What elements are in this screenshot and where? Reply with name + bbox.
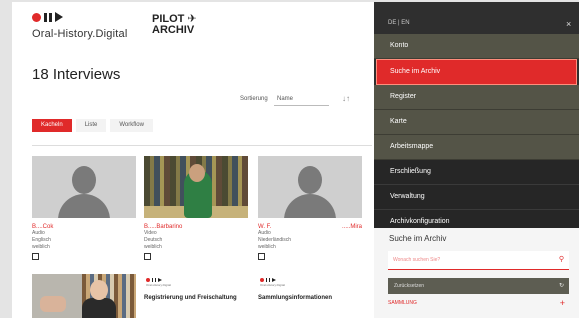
- language-switcher[interactable]: DE | EN: [388, 20, 410, 26]
- logo-text[interactable]: Oral-History.Digital: [32, 28, 127, 40]
- info-card-title[interactable]: Registrierung und Freischaltung: [144, 295, 248, 301]
- info-card[interactable]: Oral-History.Digital Registrierung und F…: [144, 274, 248, 301]
- sort-label: Sortierung: [240, 96, 268, 102]
- ohd-mini-logo: [146, 278, 248, 282]
- select-checkbox[interactable]: [144, 253, 151, 260]
- mini-logo-text: Oral-History.Digital: [146, 283, 171, 287]
- pilot-archiv-logo[interactable]: PILOT ✈ ARCHIV: [152, 14, 197, 36]
- tab-workflow[interactable]: Workflow: [110, 119, 153, 132]
- side-menu: Konto Suche im Archiv Register Karte Arb…: [374, 34, 579, 235]
- record-icon: [32, 12, 41, 22]
- play-icon: [55, 12, 63, 22]
- sort-select[interactable]: Name: [274, 93, 329, 106]
- interview-card[interactable]: [32, 274, 136, 318]
- info-card[interactable]: Oral-History.Digital Sammlungsinformatio…: [258, 274, 362, 301]
- menu-item-karte[interactable]: Karte: [374, 110, 579, 135]
- facet-sammlung[interactable]: SAMMLUNG +: [388, 298, 569, 308]
- media-type: Audio: [32, 230, 45, 236]
- interview-card[interactable]: B....Cok Audio Englisch weiblich: [32, 156, 136, 260]
- facet-label: SAMMLUNG: [388, 300, 417, 306]
- interview-card[interactable]: W. F. .....Mira Audio Niederländisch wei…: [258, 156, 362, 260]
- media-type: Audio: [258, 230, 271, 236]
- interview-thumbnail[interactable]: [32, 274, 136, 318]
- menu-item-suche-im-archiv[interactable]: Suche im Archiv: [376, 59, 577, 85]
- ohd-logo[interactable]: [32, 12, 63, 22]
- search-placeholder: Wonach suchen Sie?: [393, 257, 441, 263]
- info-card-title[interactable]: Sammlungsinformationen: [258, 295, 362, 301]
- reset-button[interactable]: Zurücksetzen ↻: [388, 278, 569, 294]
- sort-direction-icon[interactable]: ↓↑: [342, 94, 350, 103]
- language: Englisch: [32, 237, 51, 243]
- interview-thumbnail[interactable]: [144, 156, 248, 218]
- interviewee-name-suffix[interactable]: .....Mira: [342, 224, 362, 230]
- search-icon[interactable]: ⚲: [559, 251, 564, 269]
- menu-item-konto[interactable]: Konto: [374, 34, 579, 59]
- menu-item-erschliessung[interactable]: Erschließung: [374, 160, 579, 185]
- main-content: Oral-History.Digital PILOT ✈ ARCHIV 18 I…: [12, 2, 374, 318]
- tab-liste[interactable]: Liste: [75, 119, 107, 132]
- placeholder-avatar-thumbnail[interactable]: [258, 156, 362, 218]
- pause-icon: [44, 12, 52, 22]
- menu-item-verwaltung[interactable]: Verwaltung: [374, 185, 579, 210]
- tab-kacheln[interactable]: Kacheln: [32, 119, 72, 132]
- gender: weiblich: [32, 244, 50, 250]
- search-input[interactable]: Wonach suchen Sie? ⚲: [388, 251, 569, 270]
- gender: weiblich: [144, 244, 162, 250]
- reset-icon: ↻: [558, 283, 564, 289]
- language: Niederländisch: [258, 237, 292, 243]
- page-title: 18 Interviews: [32, 66, 121, 83]
- select-checkbox[interactable]: [32, 253, 39, 260]
- ohd-mini-logo: [260, 278, 362, 282]
- menu-item-arbeitsmappe[interactable]: Arbeitsmappe: [374, 135, 579, 160]
- side-panel: DE | EN × Konto Suche im Archiv Register…: [374, 2, 579, 318]
- interview-card[interactable]: B.....Barbarino Video Deutsch weiblich: [144, 156, 248, 260]
- media-type: Video: [144, 230, 157, 236]
- divider: [32, 145, 372, 146]
- select-checkbox[interactable]: [258, 253, 265, 260]
- gender: weiblich: [258, 244, 276, 250]
- placeholder-avatar-thumbnail[interactable]: [32, 156, 136, 218]
- archiv-text: ARCHIV: [152, 24, 195, 36]
- language: Deutsch: [144, 237, 163, 243]
- close-icon[interactable]: ×: [566, 19, 571, 29]
- mini-logo-text: Oral-History.Digital: [260, 283, 285, 287]
- reset-label: Zurücksetzen: [394, 283, 425, 289]
- menu-item-register[interactable]: Register: [374, 85, 579, 110]
- archive-search-box: Suche im Archiv Wonach suchen Sie? ⚲ Zur…: [374, 228, 579, 318]
- view-tabs: Kacheln Liste Workflow: [32, 119, 153, 132]
- expand-plus-icon[interactable]: +: [560, 298, 565, 308]
- search-title: Suche im Archiv: [389, 234, 447, 243]
